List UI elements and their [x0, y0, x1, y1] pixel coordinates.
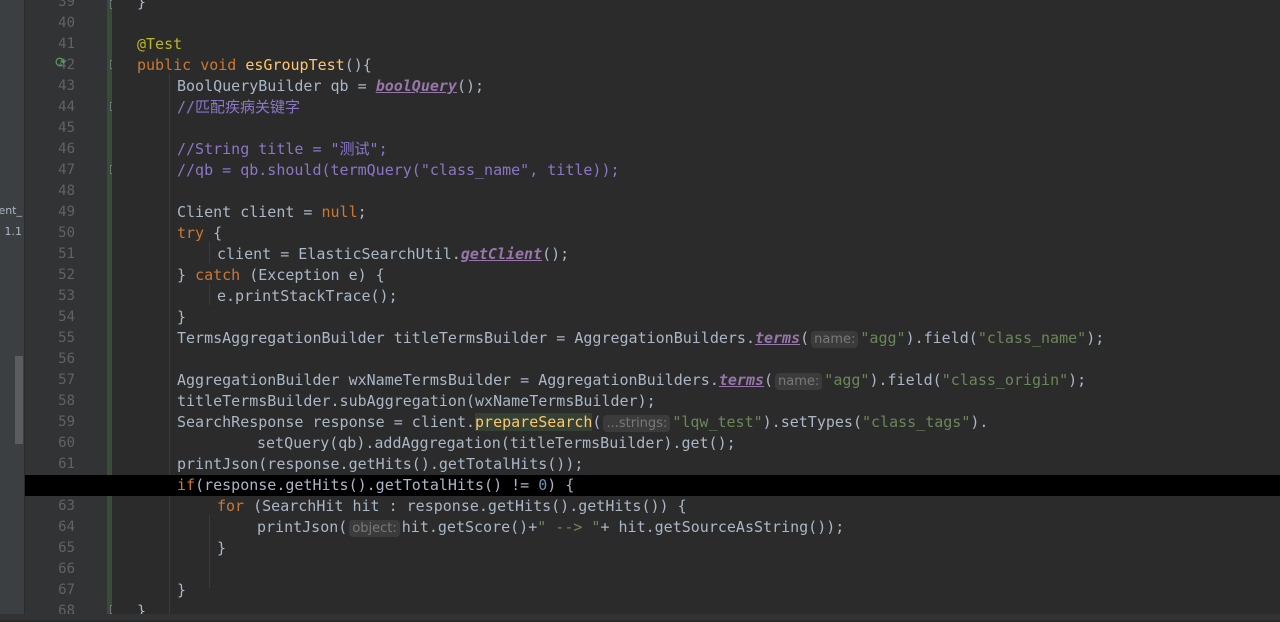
line-number: 59	[58, 414, 75, 430]
code-line: printJson(object: hit.getScore()+" --> "+…	[257, 518, 845, 537]
line-number: 39	[58, 0, 75, 10]
line-number: 47	[58, 162, 75, 178]
code-line: BoolQueryBuilder qb = boolQuery();	[177, 77, 485, 95]
project-tree-fragment: ent_	[0, 204, 22, 217]
line-number: 42	[58, 57, 75, 73]
parameter-hint: name:	[775, 373, 823, 390]
line-number: 43	[58, 78, 75, 94]
code-line: printJson(response.getHits().getTotalHit…	[177, 455, 584, 473]
line-number: 61	[58, 456, 75, 472]
code-editor[interactable]: } @Test public void esGroupTest(){ BoolQ…	[25, 0, 1280, 620]
line-number: 51	[58, 246, 75, 262]
run-test-icon[interactable]: ⟳	[55, 55, 67, 71]
line-number: 58	[58, 393, 75, 409]
code-line: //String title = "测试";	[177, 140, 388, 158]
project-tree-fragment: 1.1	[4, 225, 23, 238]
line-number: 40	[58, 15, 75, 31]
code-line: @Test	[137, 35, 183, 53]
code-line: }	[217, 539, 227, 557]
line-number: 57	[58, 372, 75, 388]
line-number: 45	[58, 120, 75, 136]
code-line: TermsAggregationBuilder titleTermsBuilde…	[177, 329, 1105, 348]
line-number: 52	[58, 267, 75, 283]
line-number: 46	[58, 141, 75, 157]
code-line: AggregationBuilder wxNameTermsBuilder = …	[177, 371, 1087, 390]
code-line: setQuery(qb).addAggregation(titleTermsBu…	[257, 434, 736, 452]
line-number: 56	[58, 351, 75, 367]
code-line: }	[177, 308, 187, 326]
line-number: 41	[58, 36, 75, 52]
panel-scrollbar[interactable]	[15, 356, 23, 444]
line-number: 49	[58, 204, 75, 220]
line-number: 48	[58, 183, 75, 199]
code-line: Client client = null;	[177, 203, 367, 221]
code-line: for (SearchHit hit : response.getHits().…	[217, 497, 687, 515]
code-line: }	[137, 0, 147, 11]
line-number: 55	[58, 330, 75, 346]
code-line: SearchResponse response = client.prepare…	[177, 413, 989, 432]
current-code-line: if(response.getHits().getTotalHits() != …	[25, 475, 1280, 496]
editor-bottom-edge	[0, 614, 1280, 620]
code-line: e.printStackTrace();	[217, 287, 398, 305]
line-number: 54	[58, 309, 75, 325]
line-number: 65	[58, 540, 75, 556]
code-line: //匹配疾病关键字	[177, 98, 301, 116]
line-number: 64	[58, 519, 75, 535]
line-number: 66	[58, 561, 75, 577]
code-line: public void esGroupTest(){	[137, 56, 372, 74]
code-line: } catch (Exception e) {	[177, 266, 385, 284]
editor-gutter: 39 40 41 42 43 44 45 46 47 48 49 50 51 52 53 54 55 56 57 58…	[25, 0, 119, 620]
line-number: 60	[58, 435, 75, 451]
line-number: 44	[58, 99, 75, 115]
code-line: try {	[177, 224, 223, 242]
code-line: //qb = qb.should(termQuery("class_name",…	[177, 161, 620, 179]
parameter-hint: object:	[349, 520, 400, 537]
parameter-hint: ...strings:	[603, 415, 671, 432]
line-number: 50	[58, 225, 75, 241]
line-number: 63	[58, 498, 75, 514]
parameter-hint: name:	[811, 331, 859, 348]
code-line: }	[177, 581, 187, 599]
code-line: titleTermsBuilder.subAggregation(wxNameT…	[177, 392, 656, 410]
project-panel-edge: ent_ 1.1	[0, 0, 24, 620]
line-number: 53	[58, 288, 75, 304]
code-line: client = ElasticSearchUtil.getClient();	[217, 245, 570, 263]
line-number: 67	[58, 582, 75, 598]
